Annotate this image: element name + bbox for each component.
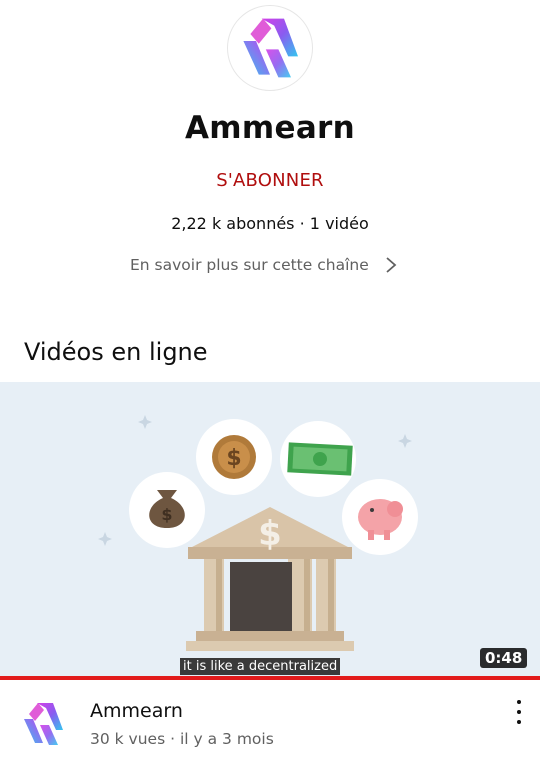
video-meta: 30 k vues · il y a 3 mois (90, 730, 274, 748)
more-options-icon[interactable] (508, 700, 530, 724)
video-channel-avatar[interactable] (18, 699, 68, 749)
video-caption: it is like a decentralized (180, 658, 341, 675)
meta-separator: · (170, 730, 176, 748)
svg-text:$: $ (258, 514, 282, 554)
stats-separator: · (299, 214, 305, 233)
svg-text:$: $ (226, 446, 241, 471)
chevron-right-icon (385, 256, 397, 274)
upload-age: il y a 3 mois (179, 730, 274, 748)
ammearn-logo-icon (24, 703, 63, 745)
svg-text:$: $ (161, 505, 172, 524)
bank-illustration: $ $ $ (98, 415, 418, 651)
subscribe-button[interactable]: S'ABONNER (0, 170, 540, 191)
section-title: Vidéos en ligne (24, 338, 208, 366)
ammearn-logo-icon (243, 18, 298, 78)
channel-stats: 2,22 k abonnés · 1 vidéo (0, 214, 540, 233)
channel-avatar[interactable] (227, 5, 313, 91)
subscriber-count: 2,22 k abonnés (171, 214, 295, 233)
video-count: 1 vidéo (309, 214, 369, 233)
video-duration-badge: 0:48 (480, 648, 528, 668)
bank-building: $ (186, 507, 354, 651)
video-title[interactable]: Ammearn (90, 700, 183, 722)
video-thumbnail[interactable]: $ $ $ (0, 382, 540, 676)
view-count: 30 k vues (90, 730, 166, 748)
channel-name: Ammearn (185, 110, 355, 146)
about-channel-label: En savoir plus sur cette chaîne (130, 256, 369, 274)
about-channel-link[interactable]: En savoir plus sur cette chaîne (130, 256, 397, 274)
watched-progress-bar (0, 676, 540, 680)
